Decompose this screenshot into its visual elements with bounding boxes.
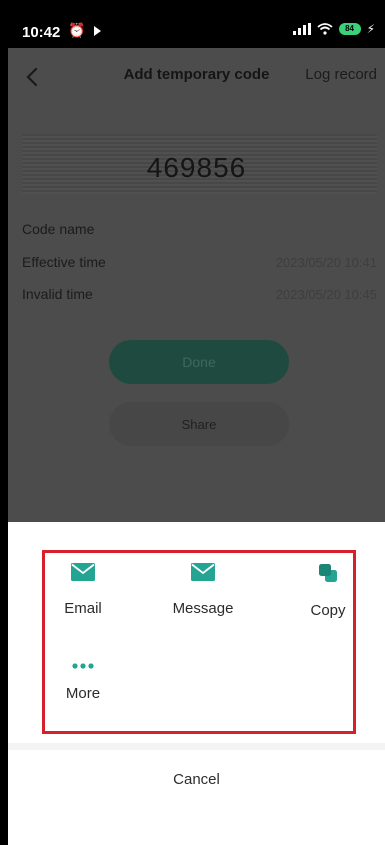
play-icon [94,26,101,36]
battery-icon: 84 [338,23,361,35]
email-icon [71,563,95,581]
copy-icon [319,564,337,582]
share-email-option[interactable]: Email [53,563,113,617]
sheet-divider [8,743,385,750]
share-message-option[interactable]: Message [163,563,243,617]
message-icon [191,563,215,581]
phone-screen: 10:42 ⏰ 84 ⚡ Add temporary code Log reco… [8,0,385,845]
share-copy-option[interactable]: Copy [303,563,353,619]
code-name-label: Code name [22,221,95,237]
log-record-link[interactable]: Log record [305,66,377,83]
wifi-icon [316,23,333,35]
share-message-label: Message [172,600,234,617]
effective-time-value: 2023/05/20 10:41 [275,255,377,270]
done-button[interactable]: Done [109,340,289,384]
share-email-label: Email [64,600,102,617]
signal-icon [292,23,311,35]
status-indicators: 84 ⚡ [292,22,375,36]
share-more-option[interactable]: More [53,661,113,702]
status-time: 10:42 [22,24,61,41]
invalid-time-label: Invalid time [22,286,93,302]
share-button[interactable]: Share [109,402,289,446]
invalid-time-value: 2023/05/20 10:45 [275,287,377,302]
share-more-label: More [65,685,101,702]
cancel-button[interactable]: Cancel [8,771,385,788]
share-options-panel: Email Message Copy More [42,550,356,734]
temporary-code-value: 469856 [146,152,247,183]
charging-icon: ⚡ [366,22,375,36]
status-bar: 10:42 ⏰ 84 ⚡ [8,0,385,48]
share-copy-label: Copy [310,602,346,619]
app-background: Add temporary code Log record 469856 Cod… [8,48,385,522]
alarm-icon: ⏰ [68,22,86,38]
effective-time-label: Effective time [22,254,106,270]
more-icon [72,663,94,669]
share-bottom-sheet: Email Message Copy More Cancel [8,522,385,845]
